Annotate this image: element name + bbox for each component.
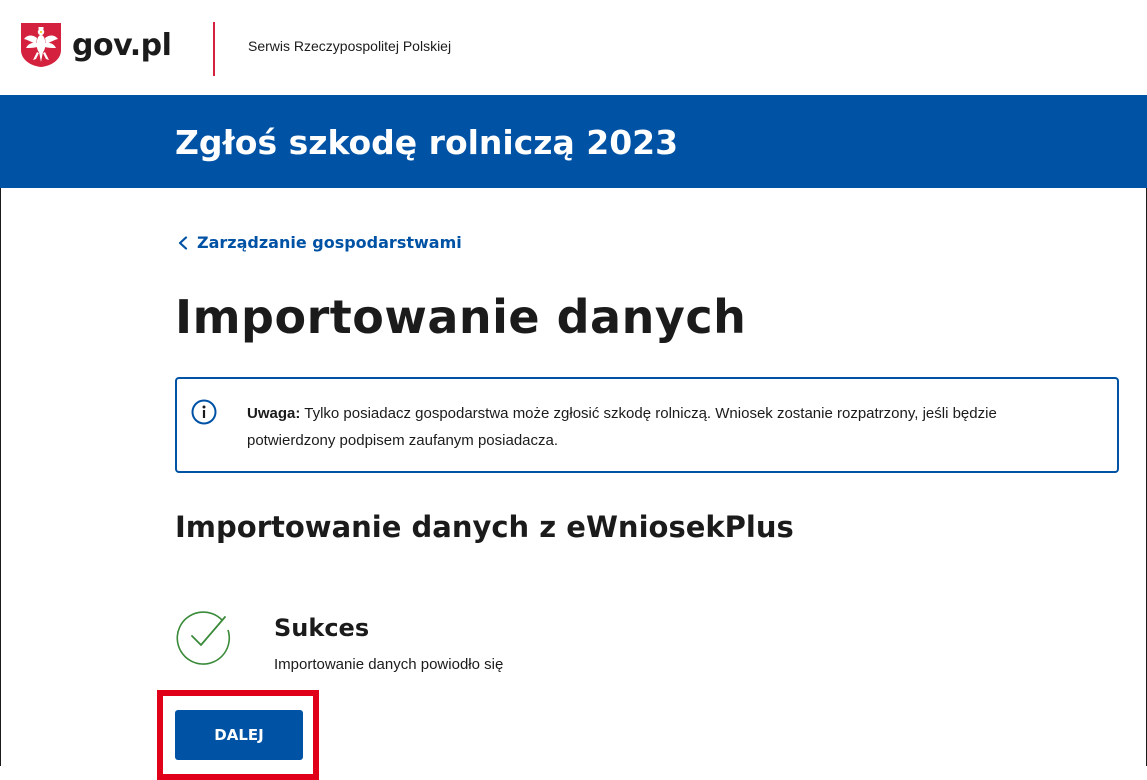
highlight-box [157,690,319,780]
polish-emblem-icon [21,23,61,67]
status-description: Importowanie danych powiodło się [274,656,504,673]
info-alert: Uwaga: Tylko posiadacz gospodarstwa może… [175,377,1119,473]
top-bar: gov.pl Serwis Rzeczypospolitej Polskiej [0,0,1147,95]
page-title: Importowanie danych [175,290,747,344]
status-title: Sukces [274,614,370,642]
gov-logo-link[interactable]: gov.pl [20,22,172,68]
alert-prefix: Uwaga: [247,405,301,422]
service-title[interactable]: Zgłoś szkodę rolniczą 2023 [175,123,678,162]
back-link[interactable]: Zarządzanie gospodarstwami [177,233,462,252]
alert-body: Tylko posiadacz gospodarstwa może zgłosi… [247,405,997,449]
service-name: Serwis Rzeczypospolitej Polskiej [248,38,452,54]
header-divider [213,22,215,76]
alert-message: Uwaga: Tylko posiadacz gospodarstwa może… [247,400,1067,454]
section-title: Importowanie danych z eWniosekPlus [175,510,794,544]
success-check-icon [176,611,231,665]
back-link-label: Zarządzanie gospodarstwami [197,233,462,252]
logo-text: gov.pl [72,27,172,63]
chevron-left-icon [178,235,188,250]
info-icon [191,399,217,425]
